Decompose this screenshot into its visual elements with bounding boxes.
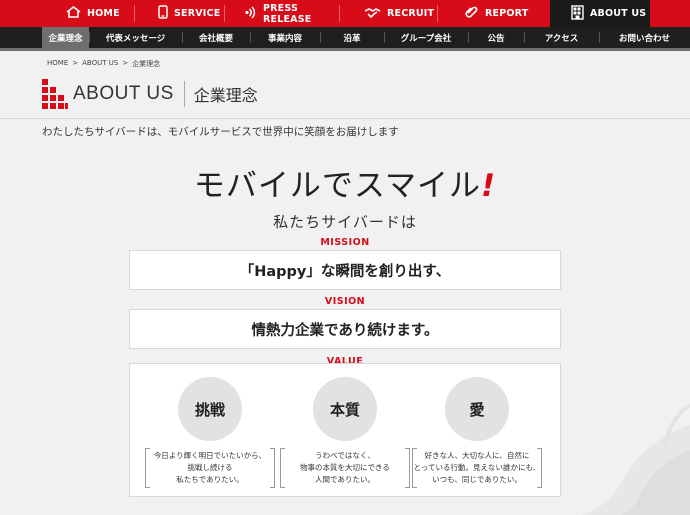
value-description: 今日より輝く明日でいたいから、 挑戦し続ける 私たちでありたい。 xyxy=(145,448,275,488)
breadcrumb-home[interactable]: HOME xyxy=(47,59,68,69)
breadcrumb-sep: > xyxy=(72,59,79,67)
sub-slogan: 私たちサイバードは xyxy=(273,213,417,231)
value-circle: 本質 xyxy=(313,377,377,441)
value-description: 好きな人、大切な人に、自然に とっている行動。見えない誰かにも、 いつも、同じで… xyxy=(412,448,542,488)
nav-press-release[interactable]: PRESS RELEASE xyxy=(224,0,339,27)
sub-nav: 企業理念 代表メッセージ 会社概要 事業内容 沿革 グループ会社 公告 アクセス… xyxy=(0,27,690,48)
signal-icon xyxy=(244,5,257,22)
nav-recruit[interactable]: RECRUIT xyxy=(339,0,437,27)
vision-text: 情熱力企業であり続けます。 xyxy=(251,322,439,339)
subnav-underline xyxy=(0,48,690,51)
brush-decoration xyxy=(540,395,690,515)
subnav-notice[interactable]: 公告 xyxy=(468,27,524,48)
vision-label: VISION xyxy=(324,296,366,307)
value-circle: 挑戦 xyxy=(178,377,242,441)
nav-report[interactable]: REPORT xyxy=(437,0,550,27)
value-item: 愛 好きな人、大切な人に、自然に とっている行動。見えない誰かにも、 いつも、同… xyxy=(412,364,542,488)
vision-box: 情熱力企業であり続けます。 xyxy=(129,309,561,349)
mission-label: MISSION xyxy=(320,237,370,248)
page-title-en: ABOUT US xyxy=(73,83,174,104)
subnav-contact[interactable]: お問い合わせ xyxy=(599,27,690,48)
lead-text: わたしたちサイバードは、モバイルサービスで世界中に笑顔をお届けします xyxy=(42,126,399,138)
subnav-philosophy[interactable]: 企業理念 xyxy=(42,27,89,48)
nav-about-us[interactable]: ABOUT US xyxy=(550,0,650,27)
page-title: ABOUT US 企業理念 xyxy=(42,76,258,112)
home-icon xyxy=(66,5,81,21)
breadcrumb-current: 企業理念 xyxy=(132,60,161,68)
mission-text: 「Happy」な瞬間を創り出す、 xyxy=(239,263,451,280)
value-item: 本質 うわべではなく、 物事の本質を大切にできる 人間でありたい。 xyxy=(280,364,410,488)
value-item: 挑戦 今日より輝く明日でいたいから、 挑戦し続ける 私たちでありたい。 xyxy=(145,364,275,488)
page-title-jp: 企業理念 xyxy=(193,86,258,105)
subnav-group[interactable]: グループ会社 xyxy=(384,27,468,48)
building-icon xyxy=(571,4,584,23)
slogan-text: モバイルでスマイル xyxy=(193,168,481,204)
title-divider xyxy=(183,81,185,107)
nav-service[interactable]: SERVICE xyxy=(134,0,224,27)
subnav-history[interactable]: 沿革 xyxy=(320,27,384,48)
mission-box: 「Happy」な瞬間を創り出す、 xyxy=(129,250,561,290)
breadcrumb: HOME > ABOUT US > 企業理念 xyxy=(47,59,160,69)
nav-home[interactable]: HOME xyxy=(42,0,134,27)
clip-icon xyxy=(465,5,479,22)
subnav-message[interactable]: 代表メッセージ xyxy=(89,27,182,48)
subnav-business[interactable]: 事業内容 xyxy=(250,27,320,48)
main-slogan: モバイルでスマイル! xyxy=(0,160,690,205)
breadcrumb-about[interactable]: ABOUT US xyxy=(82,59,118,69)
value-circle: 愛 xyxy=(445,377,509,441)
building-blocks-icon xyxy=(42,79,68,109)
breadcrumb-sep: > xyxy=(122,59,129,67)
subnav-access[interactable]: アクセス xyxy=(524,27,599,48)
value-title: 挑戦 xyxy=(194,400,225,419)
value-title: 愛 xyxy=(469,400,485,419)
slogan-exclamation: ! xyxy=(480,168,497,204)
phone-icon xyxy=(158,5,168,22)
global-nav: HOME SERVICE PRESS RELEASE RECRUIT REPOR… xyxy=(0,0,690,27)
value-description: うわべではなく、 物事の本質を大切にできる 人間でありたい。 xyxy=(280,448,410,488)
subnav-company[interactable]: 会社概要 xyxy=(182,27,250,48)
value-box: 挑戦 今日より輝く明日でいたいから、 挑戦し続ける 私たちでありたい。 本質 う… xyxy=(129,363,561,497)
value-title: 本質 xyxy=(329,400,360,419)
title-rule xyxy=(0,118,690,119)
handshake-icon xyxy=(364,7,381,21)
